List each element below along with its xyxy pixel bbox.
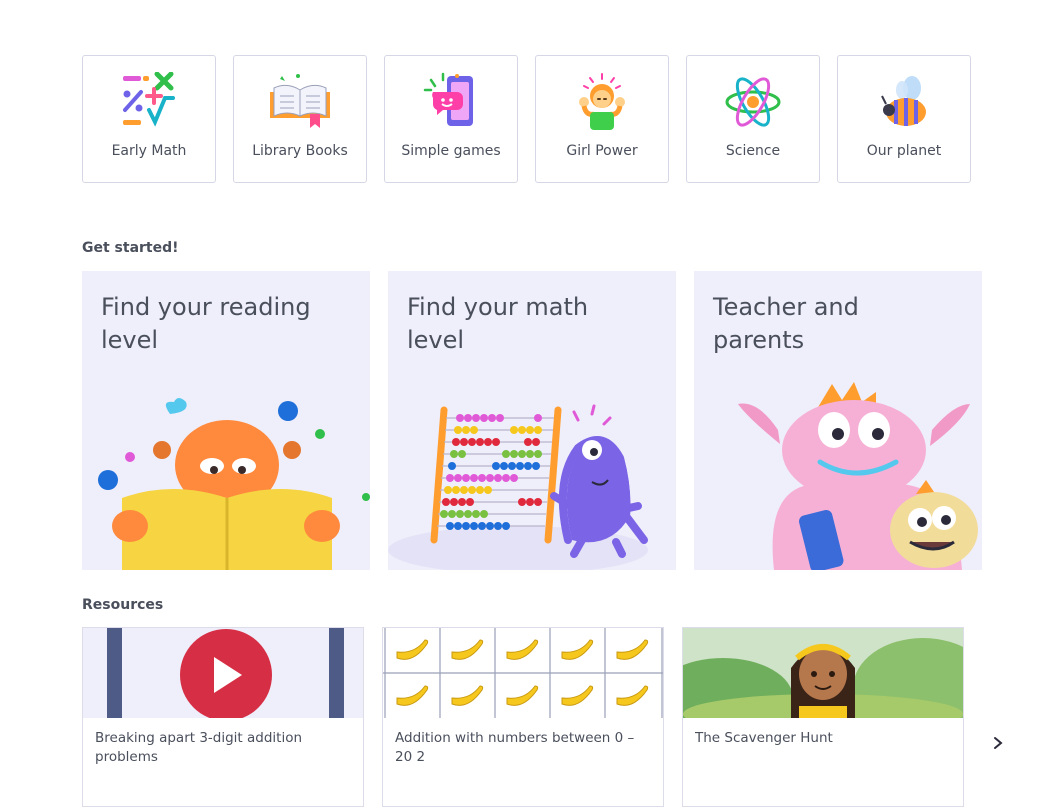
banana-grid-thumbnail bbox=[383, 628, 663, 718]
scavenger-hunt-thumbnail bbox=[683, 628, 963, 718]
resources-heading: Resources bbox=[82, 597, 164, 613]
category-our-planet[interactable]: Our planet bbox=[837, 55, 971, 183]
math-level-card[interactable]: Find your math level bbox=[388, 271, 676, 570]
open-book-icon bbox=[268, 70, 332, 134]
card-title: Teacher and parents bbox=[713, 293, 859, 354]
reading-monster-illustration bbox=[98, 398, 370, 570]
chevron-right-icon[interactable] bbox=[988, 733, 1008, 753]
banana-icon bbox=[506, 685, 539, 706]
banana-icon bbox=[396, 685, 429, 706]
bee-icon bbox=[872, 70, 936, 134]
resource-caption: Breaking apart 3-digit addition problems bbox=[95, 730, 303, 765]
category-row: Early Math Library Books Simple games Gi… bbox=[82, 55, 971, 183]
card-title: Find your math level bbox=[407, 293, 589, 354]
category-science[interactable]: Science bbox=[686, 55, 820, 183]
atom-icon bbox=[721, 70, 785, 134]
resource-caption: Addition with numbers between 0 – 20 2 bbox=[395, 730, 635, 765]
banana-icon bbox=[561, 685, 594, 706]
resources-cards: Breaking apart 3-digit addition problems… bbox=[82, 627, 964, 807]
category-simple-games[interactable]: Simple games bbox=[384, 55, 518, 183]
category-label: Early Math bbox=[111, 143, 187, 159]
category-early-math[interactable]: Early Math bbox=[82, 55, 216, 183]
resource-caption: The Scavenger Hunt bbox=[695, 730, 833, 746]
banana-icon bbox=[561, 639, 594, 660]
category-label: Girl Power bbox=[566, 143, 638, 159]
category-label: Library Books bbox=[252, 143, 348, 159]
banana-icon bbox=[396, 639, 429, 660]
video-thumbnail bbox=[83, 628, 363, 718]
category-label: Our planet bbox=[866, 143, 942, 159]
teacher-parents-card[interactable]: Teacher and parents bbox=[694, 271, 982, 570]
banana-icon bbox=[451, 685, 484, 706]
banana-icon bbox=[451, 639, 484, 660]
reading-level-card[interactable]: Find your reading level bbox=[82, 271, 370, 570]
girl-power-icon bbox=[570, 70, 634, 134]
banana-icon bbox=[616, 685, 649, 706]
math-symbols-icon bbox=[117, 70, 181, 134]
resource-card[interactable]: The Scavenger Hunt bbox=[682, 627, 964, 807]
category-label: Science bbox=[725, 143, 781, 159]
video-play-icon[interactable] bbox=[180, 629, 272, 718]
category-label: Simple games bbox=[401, 143, 501, 159]
get-started-cards: Find your reading level Find your math l… bbox=[82, 271, 982, 570]
phone-chat-icon bbox=[419, 70, 483, 134]
resource-card[interactable]: Breaking apart 3-digit addition problems bbox=[82, 627, 364, 807]
abacus-monster-illustration bbox=[388, 404, 648, 570]
monsters-illustration bbox=[738, 382, 978, 570]
banana-icon bbox=[616, 639, 649, 660]
banana-icon bbox=[506, 639, 539, 660]
get-started-heading: Get started! bbox=[82, 240, 179, 256]
category-girl-power[interactable]: Girl Power bbox=[535, 55, 669, 183]
card-title: Find your reading level bbox=[101, 293, 311, 354]
resource-card[interactable]: Addition with numbers between 0 – 20 2 bbox=[382, 627, 664, 807]
category-library-books[interactable]: Library Books bbox=[233, 55, 367, 183]
